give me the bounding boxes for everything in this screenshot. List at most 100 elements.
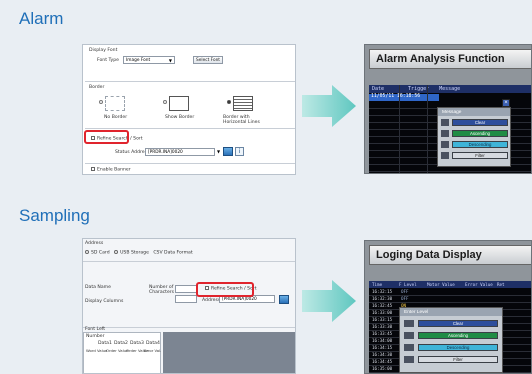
horizontal-lines-preview[interactable] — [233, 96, 253, 111]
no-border-label: No Border — [104, 115, 128, 120]
filter-button[interactable]: Filter — [418, 356, 498, 363]
col-data2[interactable]: Data2 — [114, 341, 128, 346]
show-border-radio[interactable] — [163, 100, 167, 104]
log-state: OFF — [401, 289, 409, 294]
horizontal-lines-label: Border with Horizontal Lines — [223, 115, 260, 125]
col-flow[interactable]: F Level — [399, 282, 417, 287]
descending-icon — [441, 141, 449, 148]
loging-screen-title: Loging Data Display — [369, 245, 531, 265]
log-time: 16:32:45 — [372, 303, 393, 308]
show-border-label: Show Border — [165, 115, 195, 120]
col-more[interactable]: Ret — [497, 282, 505, 287]
ascending-button[interactable]: Ascending — [418, 332, 498, 339]
font-type-label: Font Type — [97, 58, 120, 63]
characters-stepper[interactable] — [175, 285, 197, 293]
address-field-label: Address — [202, 298, 221, 303]
refine-search-highlight — [84, 130, 129, 144]
storage-options: SD Card USB Storage CSV Data Format — [85, 250, 193, 256]
sort-popup: × Message Clear Ascending Descending Fil… — [437, 99, 511, 167]
col-type1: Word Value — [86, 348, 108, 353]
clear-icon — [441, 119, 449, 126]
clear-button[interactable]: Clear — [418, 320, 498, 327]
border-group-label: Border — [89, 85, 105, 90]
chevron-down-icon[interactable]: ▼ — [217, 149, 220, 154]
info-icon[interactable]: i — [235, 147, 244, 156]
log-time: 16:34:45 — [372, 359, 393, 364]
enable-banner-checkbox-label[interactable]: Enable Banner — [91, 167, 131, 173]
clear-button[interactable]: Clear — [452, 119, 508, 126]
address-picker-icon[interactable] — [223, 147, 233, 156]
select-font-button[interactable]: Select Font — [193, 56, 223, 64]
chevron-down-icon: ▼ — [168, 57, 172, 63]
log-row[interactable]: 16:32:30 OFF — [369, 296, 531, 303]
log-time: 16:34:30 — [372, 352, 393, 357]
popup-heading: Message — [438, 108, 510, 116]
alarm-settings-panel: Display Font Font Type Image Font ▼ Sele… — [82, 44, 296, 175]
loging-data-screen: Loging Data Display Time F Level Motor V… — [364, 240, 532, 374]
col-type4: Error Val. — [144, 348, 162, 353]
descending-icon — [404, 344, 414, 351]
alarm-section-title: Alarm — [19, 9, 64, 28]
ascending-icon — [404, 332, 414, 339]
log-time: 16:33:30 — [372, 324, 393, 329]
col-message[interactable]: Message — [439, 86, 460, 92]
font-left-label: Font Left — [85, 327, 106, 332]
columns-stepper[interactable] — [175, 295, 197, 303]
refine-search-highlight — [196, 282, 254, 297]
display-font-group-label: Display Font — [89, 48, 118, 53]
filter-icon — [441, 152, 449, 159]
col-time[interactable]: Time — [372, 282, 382, 287]
csv-format-label: CSV Data Format — [153, 250, 193, 256]
arrow-right-icon — [302, 85, 356, 127]
col-data1[interactable]: Data1 — [98, 341, 112, 346]
no-border-preview[interactable] — [105, 96, 125, 111]
level-popup: Enter Level Clear Ascending Descending F… — [399, 307, 503, 373]
col-trigger[interactable]: Trigger — [408, 86, 429, 92]
log-time: 16:33:00 — [372, 310, 393, 315]
address-picker-icon[interactable] — [279, 295, 289, 304]
selected-row[interactable]: 11/05/11 16:18:56 — [369, 94, 439, 101]
log-time: 16:33:45 — [372, 331, 393, 336]
filter-button[interactable]: Filter — [452, 152, 508, 159]
log-time: 16:32:30 — [372, 296, 393, 301]
clear-icon — [404, 320, 414, 327]
display-columns-label: Display Columns — [85, 299, 124, 304]
data-name-label: Data Name — [85, 285, 111, 290]
log-time: 16:33:15 — [372, 317, 393, 322]
usb-storage-radio[interactable] — [114, 250, 119, 254]
no-border-radio[interactable] — [99, 100, 103, 104]
col-error[interactable]: Error Value — [465, 282, 493, 287]
close-icon[interactable]: × — [502, 99, 510, 107]
show-border-preview[interactable] — [169, 96, 189, 111]
log-time: 16:32:15 — [372, 289, 393, 294]
log-time: 16:35:00 — [372, 366, 393, 371]
ascending-icon — [441, 130, 449, 137]
font-type-select[interactable]: Image Font ▼ — [123, 56, 175, 64]
level-heading: Enter Level — [400, 308, 502, 316]
log-time: 16:34:15 — [372, 345, 393, 350]
arrow-right-icon — [302, 280, 356, 322]
alarm-screen-title: Alarm Analysis Function — [369, 49, 531, 69]
checkbox-icon — [91, 167, 95, 171]
col-date[interactable]: Date — [372, 86, 384, 92]
filter-icon — [404, 356, 414, 363]
log-state: OFF — [401, 296, 409, 301]
horizontal-lines-radio[interactable] — [227, 100, 231, 104]
columns-table: Number Data1 Data2 Data3 Data4 Word Valu… — [83, 332, 162, 373]
col-data4[interactable]: Data4 — [146, 341, 160, 346]
descending-button[interactable]: Descending — [452, 141, 508, 148]
sampling-section-title: Sampling — [19, 206, 90, 225]
sampling-settings-panel: Address SD Card USB Storage CSV Data For… — [82, 238, 296, 374]
ascending-button[interactable]: Ascending — [452, 130, 508, 137]
log-row[interactable]: 16:32:15 OFF — [369, 289, 531, 296]
log-time: 16:34:00 — [372, 338, 393, 343]
col-data3[interactable]: Data3 — [130, 341, 144, 346]
preview-area — [163, 332, 295, 373]
sd-card-radio[interactable] — [85, 250, 89, 254]
col-motor[interactable]: Motor Value — [427, 282, 455, 287]
alarm-analysis-screen: Alarm Analysis Function Date Trigger Mes… — [364, 44, 532, 174]
column-number-label: Number — [86, 334, 105, 339]
status-address-input[interactable]: [PRDR.INA]0020 — [145, 148, 215, 156]
font-type-value: Image Font — [126, 57, 151, 63]
descending-button[interactable]: Descending — [418, 344, 498, 351]
